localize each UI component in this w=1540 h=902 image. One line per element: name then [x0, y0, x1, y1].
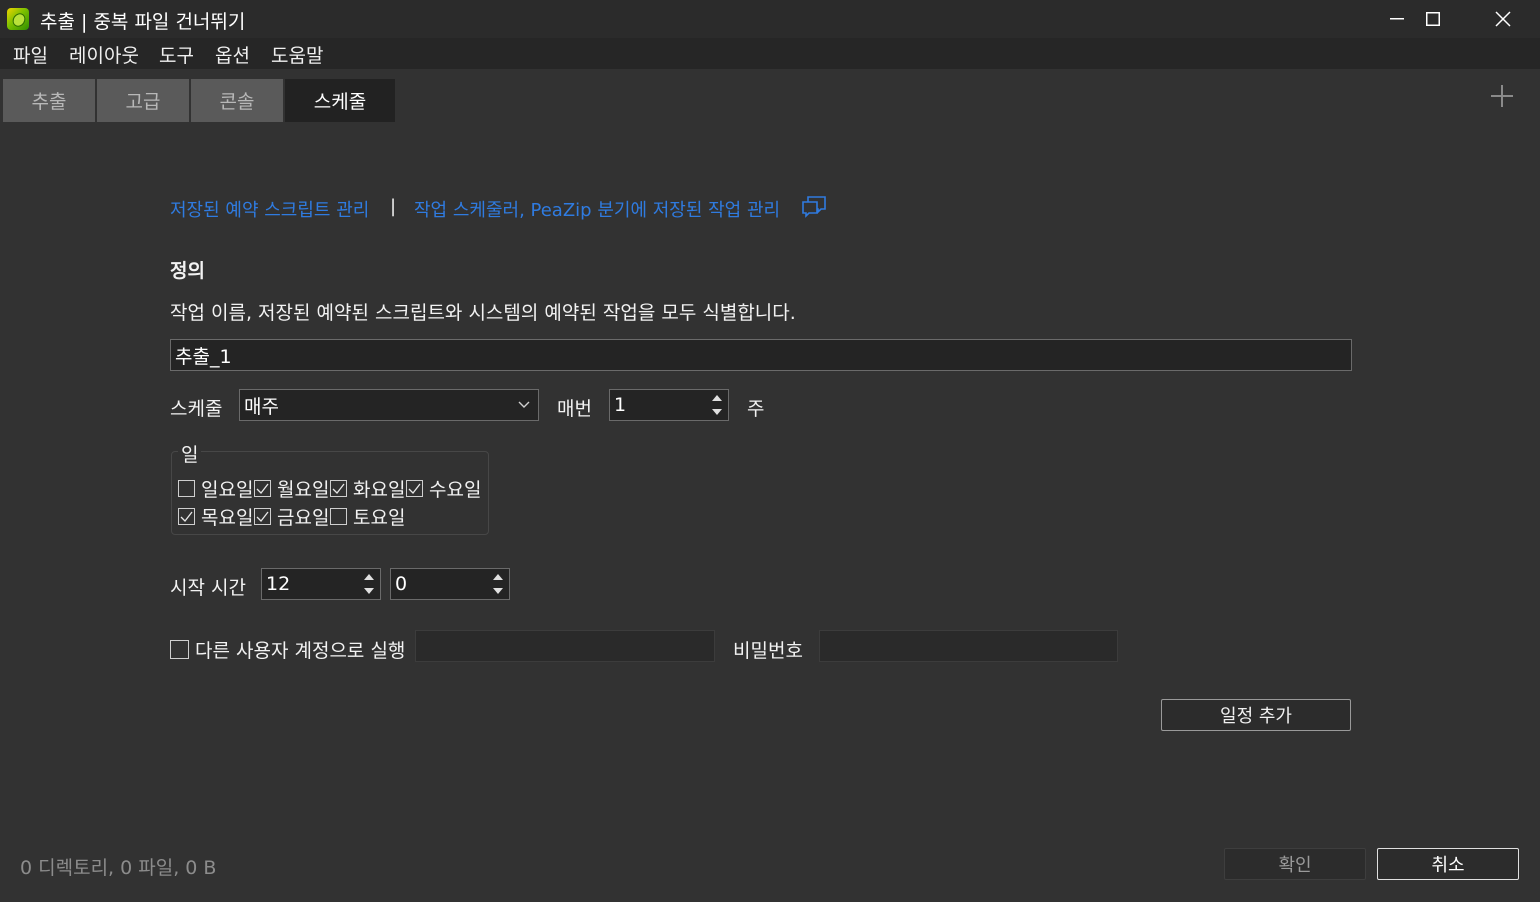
check-icon: [408, 483, 421, 494]
close-icon: [1495, 11, 1511, 27]
menu-help[interactable]: 도움말: [271, 41, 323, 68]
menu-tools[interactable]: 도구: [159, 41, 194, 68]
tab-console[interactable]: 콘솔: [191, 79, 283, 122]
days-group-label: 일: [178, 440, 202, 467]
monday-checkbox[interactable]: [254, 480, 271, 497]
definition-heading: 정의: [170, 260, 205, 282]
sunday-checkbox[interactable]: [178, 480, 195, 497]
peazip-logo-icon: [7, 8, 29, 30]
maximize-icon: [1426, 12, 1440, 26]
maximize-button[interactable]: [1398, 0, 1468, 38]
tab-schedule[interactable]: 스케줄: [285, 79, 395, 122]
ok-button[interactable]: 확인: [1224, 848, 1366, 880]
every-value: 1: [614, 394, 627, 416]
sunday-label: 일요일: [201, 479, 254, 501]
day-saturday[interactable]: 토요일: [330, 503, 405, 530]
tuesday-checkbox[interactable]: [330, 480, 347, 497]
check-icon: [332, 483, 345, 494]
spin-up-icon[interactable]: [492, 573, 504, 581]
friday-checkbox[interactable]: [254, 508, 271, 525]
day-thursday[interactable]: 목요일: [178, 503, 253, 530]
start-minute-value: 0: [395, 573, 408, 595]
tuesday-label: 화요일: [353, 479, 406, 501]
start-minute-spinbox[interactable]: 0: [390, 568, 510, 600]
start-time-label: 시작 시간: [170, 577, 246, 599]
task-name-value: 추출_1: [175, 345, 232, 368]
close-button[interactable]: [1468, 0, 1538, 38]
spin-up-icon[interactable]: [711, 394, 723, 402]
monday-label: 월요일: [277, 479, 330, 501]
run-as-label: 다른 사용자 계정으로 실행: [195, 640, 406, 662]
every-unit-label: 주: [747, 398, 765, 420]
check-icon: [256, 483, 269, 494]
password-input[interactable]: [819, 630, 1118, 662]
chevron-down-icon: [518, 401, 530, 408]
saturday-label: 토요일: [353, 507, 406, 529]
run-as-option[interactable]: 다른 사용자 계정으로 실행: [170, 636, 405, 663]
spin-up-icon[interactable]: [363, 573, 375, 581]
saturday-checkbox[interactable]: [330, 508, 347, 525]
cancel-button[interactable]: 취소: [1377, 848, 1519, 880]
start-hour-value: 12: [266, 573, 291, 595]
window-title: 추출 | 중복 파일 건너뛰기: [40, 11, 246, 33]
password-label: 비밀번호: [733, 640, 803, 662]
friday-label: 금요일: [277, 507, 330, 529]
schedule-select-value: 매주: [244, 395, 279, 418]
day-sunday[interactable]: 일요일: [178, 475, 253, 502]
manage-scheduled-tasks-link[interactable]: 작업 스케줄러, PeaZip 분기에 저장된 작업 관리: [414, 196, 780, 222]
day-monday[interactable]: 월요일: [254, 475, 329, 502]
tab-extract[interactable]: 추출: [3, 79, 95, 122]
manage-scheduled-scripts-link[interactable]: 저장된 예약 스크립트 관리: [170, 196, 369, 222]
spin-down-icon[interactable]: [363, 587, 375, 595]
menu-layout[interactable]: 레이아웃: [69, 41, 139, 68]
task-scheduler-icon[interactable]: [800, 194, 828, 220]
start-hour-spinbox[interactable]: 12: [261, 568, 381, 600]
link-separator: |: [390, 196, 397, 217]
run-as-user-input[interactable]: [415, 630, 715, 662]
schedule-select[interactable]: 매주: [239, 389, 539, 421]
run-as-checkbox[interactable]: [170, 640, 189, 659]
every-label: 매번: [557, 398, 592, 420]
day-wednesday[interactable]: 수요일: [406, 475, 481, 502]
thursday-label: 목요일: [201, 507, 254, 529]
menu-file[interactable]: 파일: [13, 41, 48, 68]
tab-advanced[interactable]: 고급: [97, 79, 189, 122]
every-spinbox[interactable]: 1: [609, 389, 729, 421]
plus-icon: [1491, 85, 1513, 107]
check-icon: [256, 511, 269, 522]
spin-down-icon[interactable]: [711, 408, 723, 416]
status-text: 0 디렉토리, 0 파일, 0 B: [20, 857, 217, 879]
spin-down-icon[interactable]: [492, 587, 504, 595]
add-tab-button[interactable]: [1488, 80, 1516, 112]
definition-description: 작업 이름, 저장된 예약된 스크립트와 시스템의 예약된 작업을 모두 식별합…: [170, 302, 796, 324]
add-schedule-button[interactable]: 일정 추가: [1161, 699, 1351, 731]
wednesday-label: 수요일: [429, 479, 482, 501]
thursday-checkbox[interactable]: [178, 508, 195, 525]
menu-options[interactable]: 옵션: [215, 41, 250, 68]
task-name-input[interactable]: 추출_1: [170, 339, 1352, 371]
wednesday-checkbox[interactable]: [406, 480, 423, 497]
day-friday[interactable]: 금요일: [254, 503, 329, 530]
schedule-label: 스케줄: [170, 398, 223, 420]
check-icon: [180, 511, 193, 522]
day-tuesday[interactable]: 화요일: [330, 475, 405, 502]
